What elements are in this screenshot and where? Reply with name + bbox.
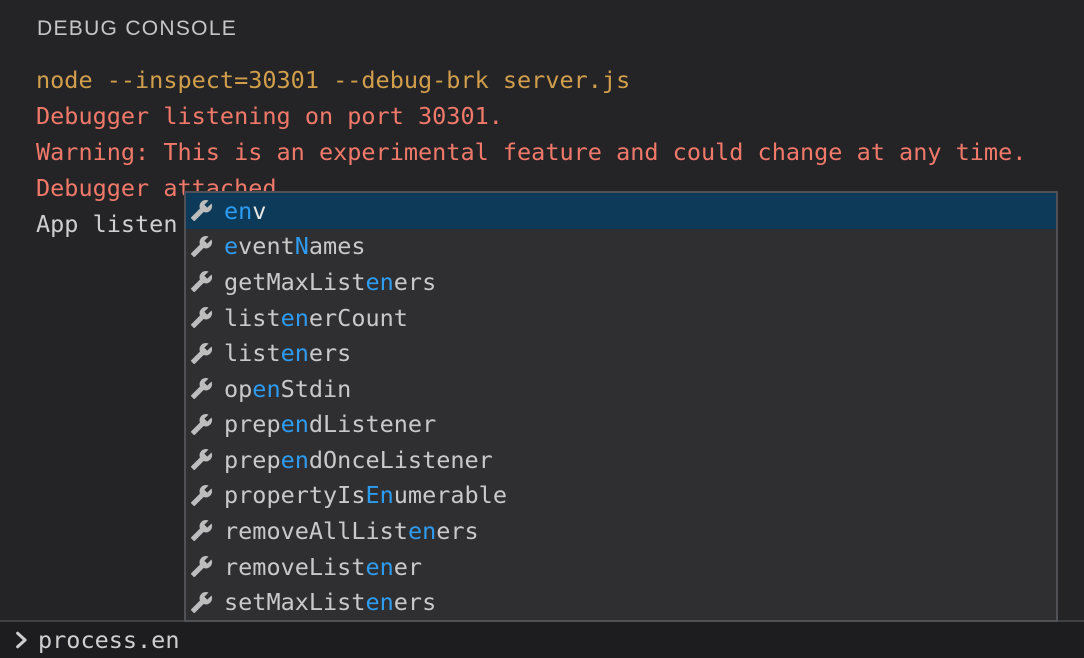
suggestion-item[interactable]: openStdin: [186, 371, 1056, 407]
suggestion-item[interactable]: removeListener: [186, 549, 1056, 585]
suggestion-item[interactable]: eventNames: [186, 229, 1056, 265]
wrench-icon: [190, 377, 213, 400]
repl-input-row: process.en: [0, 620, 1084, 658]
suggestion-label: openStdin: [224, 375, 351, 403]
suggestion-label: listeners: [224, 339, 351, 367]
suggest-widget: env eventNames getMaxListeners listenerCoun…: [184, 191, 1058, 622]
suggestion-label: env: [224, 197, 266, 225]
wrench-icon: [190, 591, 213, 614]
wrench-icon: [190, 484, 213, 507]
console-line: node --inspect=30301 --debug-brk server.…: [36, 62, 1084, 98]
chevron-right-icon: [11, 630, 31, 650]
suggestion-item[interactable]: listeners: [186, 335, 1056, 371]
wrench-icon: [190, 270, 213, 293]
suggestion-item[interactable]: prependOnceListener: [186, 442, 1056, 478]
wrench-icon: [190, 448, 213, 471]
suggestion-label: removeAllListeners: [224, 517, 479, 545]
suggestion-item[interactable]: propertyIsEnumerable: [186, 478, 1056, 514]
wrench-icon: [190, 306, 213, 329]
wrench-icon: [190, 519, 213, 542]
suggestion-label: setMaxListeners: [224, 588, 436, 616]
wrench-icon: [190, 235, 213, 258]
suggestion-label: prependListener: [224, 410, 436, 438]
suggestion-label: listenerCount: [224, 304, 408, 332]
suggestion-label: eventNames: [224, 232, 366, 260]
suggestion-item[interactable]: listenerCount: [186, 300, 1056, 336]
wrench-icon: [190, 555, 213, 578]
wrench-icon: [190, 413, 213, 436]
suggestion-item[interactable]: setMaxListeners: [186, 584, 1056, 620]
suggestion-item[interactable]: env: [186, 193, 1056, 229]
suggestion-item[interactable]: prependListener: [186, 406, 1056, 442]
suggestion-label: removeListener: [224, 553, 422, 581]
suggestion-label: propertyIsEnumerable: [224, 481, 507, 509]
panel-title: DEBUG CONSOLE: [37, 17, 237, 41]
repl-input[interactable]: process.en: [38, 626, 179, 654]
console-line: Warning: This is an experimental feature…: [36, 134, 1084, 170]
suggestion-item[interactable]: getMaxListeners: [186, 264, 1056, 300]
suggestion-label: prependOnceListener: [224, 446, 493, 474]
wrench-icon: [190, 199, 213, 222]
suggestion-label: getMaxListeners: [224, 268, 436, 296]
debug-console-panel: DEBUG CONSOLE node --inspect=30301 --deb…: [0, 0, 1084, 658]
console-line: Debugger listening on port 30301.: [36, 98, 1084, 134]
wrench-icon: [190, 342, 213, 365]
suggestion-item[interactable]: removeAllListeners: [186, 513, 1056, 549]
